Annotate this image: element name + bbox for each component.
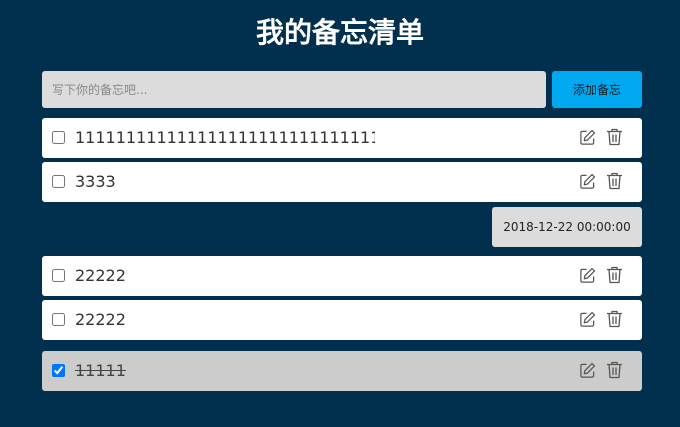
edit-icon[interactable] (579, 311, 596, 328)
memo-checkbox[interactable] (52, 364, 65, 377)
memo-item: 111111111111111111111111111111··· (42, 118, 642, 158)
memo-checkbox[interactable] (52, 269, 65, 282)
trash-icon[interactable] (606, 128, 623, 146)
memo-text: 22222 (75, 266, 126, 285)
memo-item: 22222 (42, 256, 642, 296)
memo-item: 22222 (42, 300, 642, 340)
memo-checkbox[interactable] (52, 175, 65, 188)
memo-input-row: 添加备忘 (42, 71, 642, 108)
memo-text: 111111111111111111111111111111··· (75, 128, 375, 147)
trash-icon[interactable] (606, 266, 623, 284)
edit-icon[interactable] (579, 267, 596, 284)
edit-icon[interactable] (579, 173, 596, 190)
add-memo-button[interactable]: 添加备忘 (552, 71, 642, 108)
memo-item: 3333 (42, 162, 642, 202)
memo-checkbox[interactable] (52, 313, 65, 326)
page-title: 我的备忘清单 (255, 16, 424, 49)
edit-icon[interactable] (579, 129, 596, 146)
memo-input[interactable] (42, 71, 546, 108)
date-badge: 2018-12-22 00:00:00 (492, 207, 642, 247)
memo-checkbox[interactable] (52, 131, 65, 144)
memo-text: 11111 (75, 361, 126, 380)
memo-text: 22222 (75, 310, 126, 329)
memo-text: 3333 (75, 172, 116, 191)
trash-icon[interactable] (606, 361, 623, 379)
memo-item-completed: 11111 (42, 351, 642, 391)
edit-icon[interactable] (579, 362, 596, 379)
trash-icon[interactable] (606, 172, 623, 190)
trash-icon[interactable] (606, 310, 623, 328)
